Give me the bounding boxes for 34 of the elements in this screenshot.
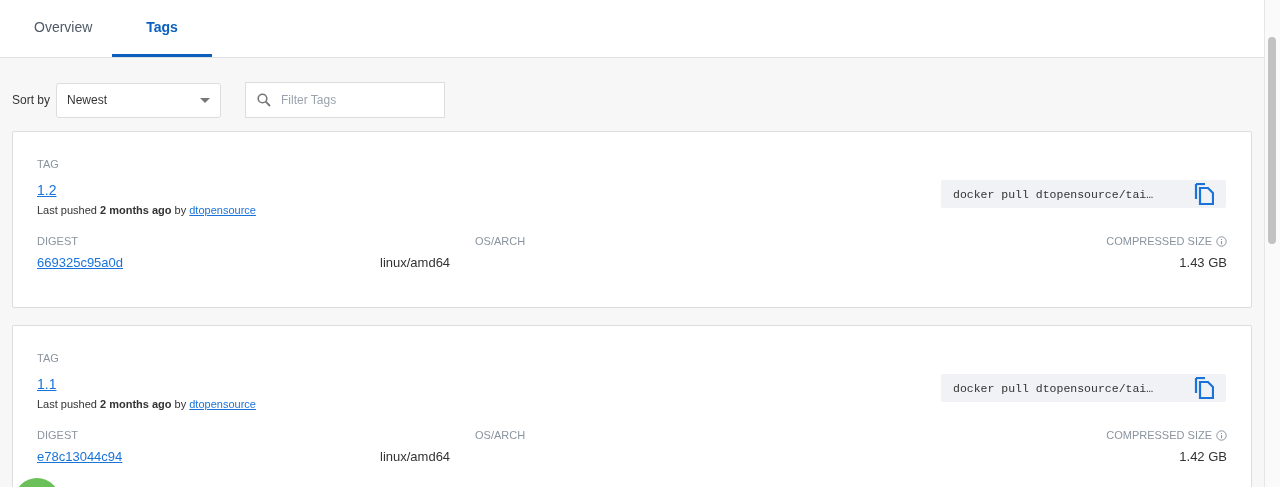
info-icon[interactable] <box>1216 235 1227 247</box>
size-value: 1.43 GB <box>1179 255 1227 270</box>
os-arch-value: linux/amd64 <box>380 255 452 270</box>
column-label: OS/ARCH <box>475 235 527 247</box>
digest-link[interactable]: 669325c95a0d <box>37 255 124 270</box>
column-label: TAG <box>37 158 60 170</box>
sort-dropdown[interactable]: Newest <box>56 82 221 118</box>
scrollbar-thumb[interactable] <box>1268 37 1276 244</box>
copy-icon[interactable] <box>1194 183 1214 205</box>
copy-icon[interactable] <box>1194 377 1214 399</box>
search-icon <box>257 93 271 107</box>
push-info: Last pushed 2 months ago by dtopensource <box>37 398 256 410</box>
column-label: DIGEST <box>37 429 79 441</box>
filter-field[interactable]: Filter Tags <box>245 82 445 118</box>
sort-label: Sort by <box>12 93 50 107</box>
info-icon[interactable] <box>1216 429 1227 441</box>
command-text: docker pull dtopensource/tai… <box>953 187 1154 201</box>
os-arch-value: linux/amd64 <box>380 449 452 464</box>
push-info: Last pushed 2 months ago by dtopensource <box>37 204 256 216</box>
column-label: COMPRESSED SIZE <box>1106 235 1212 247</box>
user-link[interactable]: dtopensource <box>189 398 256 410</box>
user-link[interactable]: dtopensource <box>189 204 256 216</box>
size-value: 1.42 GB <box>1179 449 1227 464</box>
column-label: OS/ARCH <box>475 429 527 441</box>
digest-link[interactable]: e78c13044c94 <box>37 449 123 464</box>
command-text: docker pull dtopensource/tai… <box>953 381 1154 395</box>
tag-link[interactable]: 1.2 <box>37 182 57 198</box>
tag-link[interactable]: 1.1 <box>37 376 57 392</box>
tab[interactable]: Overview <box>12 0 112 57</box>
column-label: DIGEST <box>37 235 79 247</box>
caret-icon <box>200 97 210 103</box>
tab[interactable]: Tags <box>112 0 212 57</box>
column-label: TAG <box>37 352 60 364</box>
column-label: COMPRESSED SIZE <box>1106 429 1212 441</box>
